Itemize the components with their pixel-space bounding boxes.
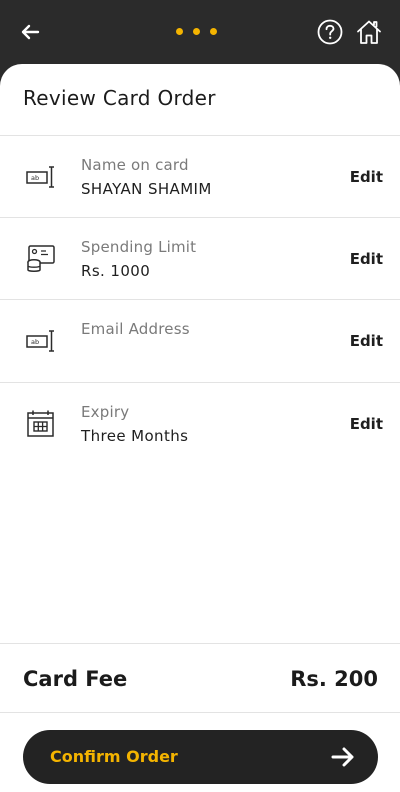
field-value: SHAYAN SHAMIM	[81, 180, 212, 198]
expiry-row: Expiry Three Months Edit	[0, 383, 400, 465]
help-icon[interactable]	[317, 19, 343, 45]
card-fee-value: Rs. 200	[290, 667, 378, 691]
step-dot	[210, 28, 217, 35]
page-title: Review Card Order	[23, 86, 216, 110]
edit-spending-limit-button[interactable]: Edit	[350, 250, 383, 268]
confirm-order-button[interactable]: Confirm Order	[23, 730, 378, 784]
home-icon[interactable]	[355, 18, 383, 46]
step-dot	[193, 28, 200, 35]
field-value: Rs. 1000	[81, 262, 151, 280]
edit-email-button[interactable]: Edit	[350, 332, 383, 350]
divider	[0, 643, 400, 644]
field-label: Name on card	[81, 156, 189, 174]
email-address-row: ab Email Address Edit	[0, 300, 400, 382]
edit-expiry-button[interactable]: Edit	[350, 415, 383, 433]
field-label: Email Address	[81, 320, 190, 338]
step-indicator	[176, 28, 217, 38]
divider	[0, 712, 400, 713]
svg-text:ab: ab	[31, 338, 39, 346]
calendar-icon	[27, 410, 54, 437]
svg-text:ab: ab	[31, 174, 39, 182]
money-limit-icon	[27, 245, 55, 272]
confirm-order-label: Confirm Order	[50, 747, 178, 766]
card-fee-label: Card Fee	[23, 667, 128, 691]
arrow-right-icon	[331, 747, 354, 767]
edit-name-button[interactable]: Edit	[350, 168, 383, 186]
field-label: Spending Limit	[81, 238, 197, 256]
name-on-card-row: ab Name on card SHAYAN SHAMIM Edit	[0, 136, 400, 218]
field-value: Three Months	[81, 427, 189, 445]
review-sheet: Review Card Order ab Name on card SHAYAN…	[0, 64, 400, 792]
top-bar	[0, 0, 400, 70]
field-label: Expiry	[81, 403, 130, 421]
text-field-icon: ab	[26, 330, 54, 352]
spending-limit-row: Spending Limit Rs. 1000 Edit	[0, 218, 400, 300]
text-field-icon: ab	[26, 166, 54, 188]
back-arrow-icon[interactable]	[18, 20, 42, 44]
step-dot	[176, 28, 183, 35]
